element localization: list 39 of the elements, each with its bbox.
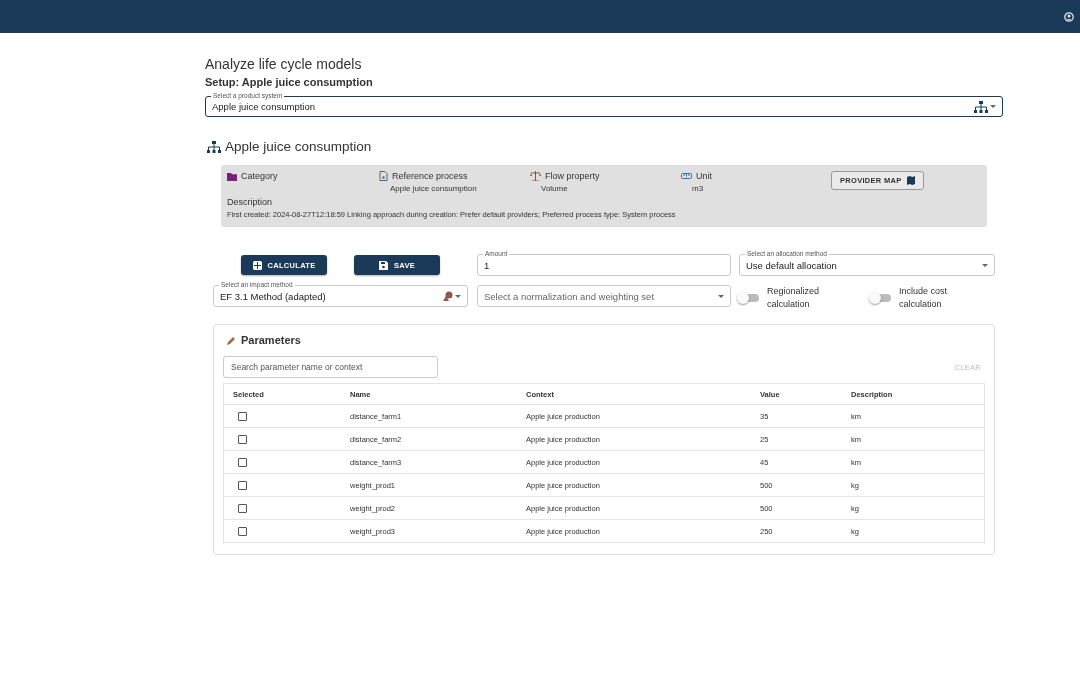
select-value: Apple juice consumption (212, 101, 315, 112)
setup-title: Setup: Apple juice consumption (205, 76, 374, 88)
calculator-icon (252, 260, 262, 270)
caret-icon (990, 105, 996, 108)
info-value: Apple juice consumption (390, 184, 478, 193)
pencil-icon (227, 335, 236, 345)
caret-icon (982, 263, 988, 267)
tree-icon (974, 100, 988, 113)
page-title: Analyze life cycle models (205, 56, 363, 72)
info-label: Flow property (545, 171, 600, 181)
checkbox[interactable] (238, 503, 247, 513)
normalization-select[interactable]: Select a normalization and weighting set (477, 285, 731, 307)
info-label: Category (241, 171, 278, 181)
account-icon[interactable] (1064, 11, 1074, 22)
tree-icon (207, 140, 221, 153)
checkbox[interactable] (238, 411, 247, 421)
checkbox[interactable] (238, 526, 247, 536)
info-value: m3 (692, 184, 705, 193)
info-value: Volume (541, 184, 569, 193)
checkbox[interactable] (238, 434, 247, 444)
info-label: Unit (696, 171, 712, 181)
info-label: Reference process (392, 171, 468, 181)
checkbox[interactable] (238, 480, 247, 490)
toggle-switch[interactable] (739, 294, 759, 302)
parameters-title: Parameters (241, 334, 301, 346)
system-heading: Apple juice consumption (225, 139, 372, 154)
map-icon (906, 176, 915, 185)
document-icon (379, 171, 388, 181)
toggle-label: Include cost calculation (899, 285, 949, 311)
search-field[interactable]: Search parameter name or context (223, 356, 438, 378)
folder-icon (227, 171, 237, 181)
caret-icon (455, 294, 461, 298)
description-label: Description (227, 197, 274, 207)
caret-icon (718, 294, 724, 298)
ruler-icon (681, 172, 692, 180)
toggle-label: Regionalized calculation (767, 285, 821, 311)
scale-icon (530, 171, 541, 181)
checkbox[interactable] (238, 457, 247, 467)
toggle-switch[interactable] (871, 294, 891, 302)
